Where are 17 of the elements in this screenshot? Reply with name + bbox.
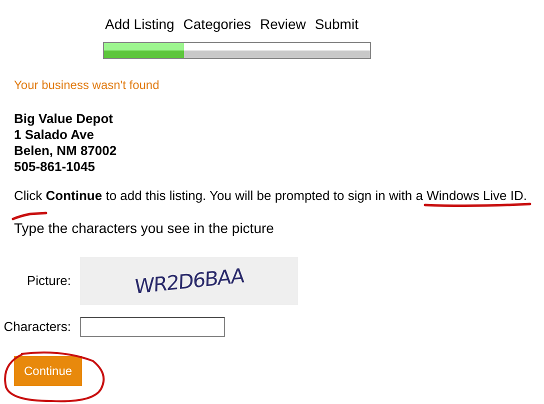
address-line: Belen, NM 87002 — [14, 143, 118, 159]
address-line: 505-861-1045 — [14, 159, 96, 175]
not-found-message: Your business wasn't found — [14, 77, 160, 94]
captcha-heading: Type the characters you see in the picture — [14, 219, 275, 238]
characters-field[interactable] — [80, 317, 225, 337]
picture-label: Picture: — [26, 272, 72, 290]
continue-button[interactable]: Continue — [14, 356, 82, 386]
annotation-underline — [10, 210, 50, 222]
step-label: Submit — [314, 15, 358, 34]
characters-label: Characters: — [2, 318, 72, 336]
address-line: Big Value Depot — [14, 111, 114, 127]
step-label: Review — [260, 15, 306, 34]
instructions-text: Click Continue to add this listing. You will be prompted to sign in with a Windows Live ID. — [14, 188, 528, 204]
step-label: Add Listing — [105, 15, 174, 34]
step-label: Categories — [183, 15, 251, 34]
captcha-image: WR2D6BAA — [80, 257, 298, 305]
address-line: 1 Salado Ave — [14, 127, 95, 143]
